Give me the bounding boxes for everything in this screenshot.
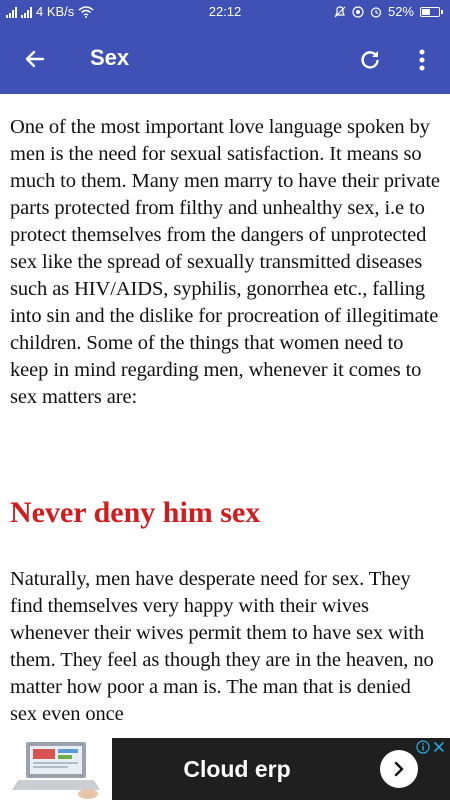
article-content[interactable]: One of the most important love language … — [0, 94, 450, 738]
refresh-icon — [361, 51, 379, 69]
ad-image[interactable] — [0, 738, 112, 800]
back-button[interactable] — [20, 44, 50, 74]
close-icon — [434, 742, 444, 752]
at-icon — [352, 5, 364, 18]
info-icon — [416, 740, 430, 754]
section-heading: Never deny him sex — [10, 496, 261, 529]
alarm-icon — [370, 6, 382, 18]
battery-percent: 52% — [387, 4, 414, 19]
article-paragraph: One of the most important love language … — [10, 116, 440, 408]
status-right: 52% — [334, 4, 443, 19]
ad-banner[interactable]: Cloud erp — [0, 738, 450, 800]
more-options-button[interactable] — [408, 44, 436, 76]
ad-open-button[interactable] — [380, 750, 418, 788]
status-bar: 4 KB/s 22:12 52% — [0, 0, 450, 24]
ad-info-button[interactable] — [416, 740, 430, 754]
page-title: Sex — [90, 45, 130, 70]
chevron-right-icon — [394, 761, 404, 777]
battery-icon — [420, 6, 443, 17]
laptop-ad-image — [0, 738, 112, 800]
article-paragraph: Naturally, men have desperate need for s… — [10, 568, 434, 725]
more-vert-icon — [419, 49, 425, 71]
ad-close-button[interactable] — [432, 740, 446, 754]
refresh-button[interactable] — [354, 44, 386, 76]
mute-icon — [334, 5, 346, 17]
app-bar: Sex — [0, 24, 450, 94]
ad-headline[interactable]: Cloud erp — [112, 738, 362, 800]
back-arrow-icon — [25, 50, 45, 68]
